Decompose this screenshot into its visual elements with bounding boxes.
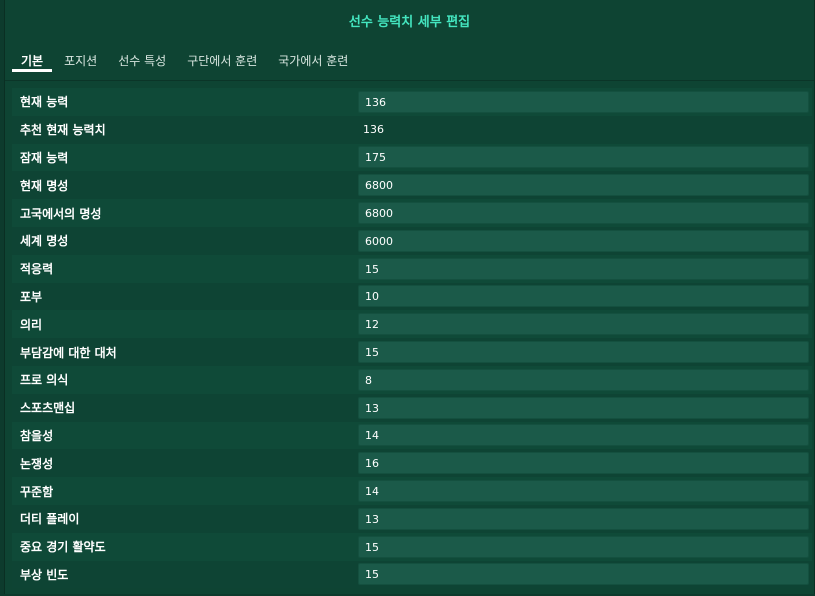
attribute-label: 논쟁성 — [20, 456, 54, 471]
attribute-row: 더티 플레이 13 — [12, 504, 812, 533]
attribute-row: 잠재 능력 175 — [12, 143, 812, 172]
attribute-row: 프로 의식 8 — [12, 365, 812, 394]
attribute-row: 고국에서의 명성 6800 — [12, 199, 812, 227]
attribute-row: 추천 현재 능력치 136 — [12, 115, 812, 144]
tab-bar: 기본 포지션 선수 특성 구단에서 훈련 국가에서 훈련 — [5, 44, 814, 81]
attribute-row: 논쟁성 16 — [12, 449, 812, 478]
attribute-list: 현재 능력 136 추천 현재 능력치 136 잠재 능력 175 현재 명성 … — [12, 88, 812, 589]
tab-national-training[interactable]: 국가에서 훈련 — [269, 44, 357, 72]
attribute-label: 포부 — [20, 289, 43, 304]
edit-attributes-dialog: 선수 능력치 세부 편집 기본 포지션 선수 특성 구단에서 훈련 국가에서 훈… — [4, 0, 815, 594]
tab-player-traits[interactable]: 선수 특성 — [109, 44, 175, 72]
ambition-input[interactable]: 10 — [358, 285, 809, 308]
attribute-label: 프로 의식 — [20, 373, 69, 388]
adaptability-input[interactable]: 15 — [358, 257, 809, 280]
injury-proneness-input[interactable]: 15 — [358, 563, 809, 586]
attribute-label: 현재 명성 — [20, 178, 69, 193]
attribute-label: 세계 명성 — [20, 234, 69, 249]
tab-club-training[interactable]: 구단에서 훈련 — [178, 44, 266, 72]
professionalism-input[interactable]: 8 — [358, 368, 809, 391]
attribute-row: 현재 명성 6800 — [12, 171, 812, 200]
dialog-title: 선수 능력치 세부 편집 — [348, 15, 471, 30]
tab-positions[interactable]: 포지션 — [55, 44, 106, 72]
attribute-row: 중요 경기 활약도 15 — [12, 532, 812, 561]
potential-ability-input[interactable]: 175 — [358, 146, 809, 169]
attribute-label: 의리 — [20, 317, 43, 332]
attribute-row: 부상 빈도 15 — [12, 560, 812, 589]
attribute-row: 참을성 14 — [12, 421, 812, 450]
attribute-label: 고국에서의 명성 — [20, 206, 102, 221]
attribute-row: 현재 능력 136 — [12, 88, 812, 116]
attribute-label: 부상 빈도 — [20, 567, 69, 582]
sportsmanship-input[interactable]: 13 — [358, 396, 809, 419]
attribute-row: 스포츠맨십 13 — [12, 393, 812, 422]
important-matches-input[interactable]: 15 — [358, 535, 809, 558]
loyalty-input[interactable]: 12 — [358, 313, 809, 336]
attribute-label: 참을성 — [20, 428, 54, 443]
current-ability-input[interactable]: 136 — [358, 90, 809, 113]
pressure-input[interactable]: 15 — [358, 341, 809, 364]
world-reputation-input[interactable]: 6000 — [358, 229, 809, 252]
attribute-label: 부담감에 대한 대처 — [20, 345, 117, 360]
attribute-label: 중요 경기 활약도 — [20, 540, 106, 555]
dirtiness-input[interactable]: 13 — [358, 507, 809, 530]
attribute-label: 적응력 — [20, 262, 54, 277]
attribute-label: 추천 현재 능력치 — [20, 123, 106, 138]
controversy-input[interactable]: 16 — [358, 452, 809, 475]
attribute-label: 스포츠맨십 — [20, 401, 76, 416]
attribute-label: 잠재 능력 — [20, 150, 69, 165]
recommended-ability-value: 136 — [363, 123, 384, 137]
attribute-row: 꾸준함 14 — [12, 477, 812, 505]
attribute-label: 꾸준함 — [20, 484, 54, 499]
attribute-row: 포부 10 — [12, 282, 812, 311]
temperament-input[interactable]: 14 — [358, 424, 809, 447]
attribute-row: 적응력 15 — [12, 254, 812, 283]
attribute-row: 세계 명성 6000 — [12, 226, 812, 255]
current-reputation-input[interactable]: 6800 — [358, 174, 809, 197]
attribute-label: 더티 플레이 — [20, 512, 80, 527]
attribute-row: 의리 12 — [12, 310, 812, 339]
consistency-input[interactable]: 14 — [358, 480, 809, 503]
attribute-label: 현재 능력 — [20, 95, 69, 110]
home-reputation-input[interactable]: 6800 — [358, 202, 809, 225]
attribute-row: 부담감에 대한 대처 15 — [12, 338, 812, 366]
tab-basic[interactable]: 기본 — [12, 44, 53, 72]
